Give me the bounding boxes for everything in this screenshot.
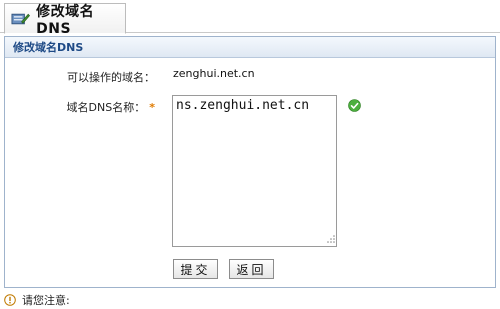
submit-button[interactable]: 提交: [173, 259, 218, 279]
dns-name-input[interactable]: ns.zenghui.net.cn: [172, 95, 337, 247]
edit-dns-panel: 修改域名DNS 可以操作的域名： zenghui.net.cn 域名DNS名称：…: [4, 36, 496, 288]
domain-label: 可以操作的域名：: [67, 71, 155, 84]
domain-value: zenghui.net.cn: [173, 67, 255, 80]
tab-edit-dns[interactable]: 修改域名DNS: [4, 3, 126, 37]
info-icon: [4, 294, 16, 306]
notice-text: 请您注意:: [22, 294, 70, 307]
dns-label: 域名DNS名称：: [66, 101, 146, 114]
back-button[interactable]: 返回: [229, 259, 274, 279]
tab-title: 修改域名DNS: [36, 3, 95, 37]
tab-bar: 修改域名DNS: [0, 0, 500, 37]
notice: 请您注意:: [4, 292, 70, 308]
dns-label-row: 域名DNS名称： *: [5, 99, 155, 115]
check-ok-icon: [348, 99, 361, 112]
panel-header: 修改域名DNS: [5, 37, 495, 58]
required-mark: *: [149, 101, 155, 114]
edit-icon: [11, 13, 31, 24]
resize-grip-icon[interactable]: [325, 233, 335, 243]
